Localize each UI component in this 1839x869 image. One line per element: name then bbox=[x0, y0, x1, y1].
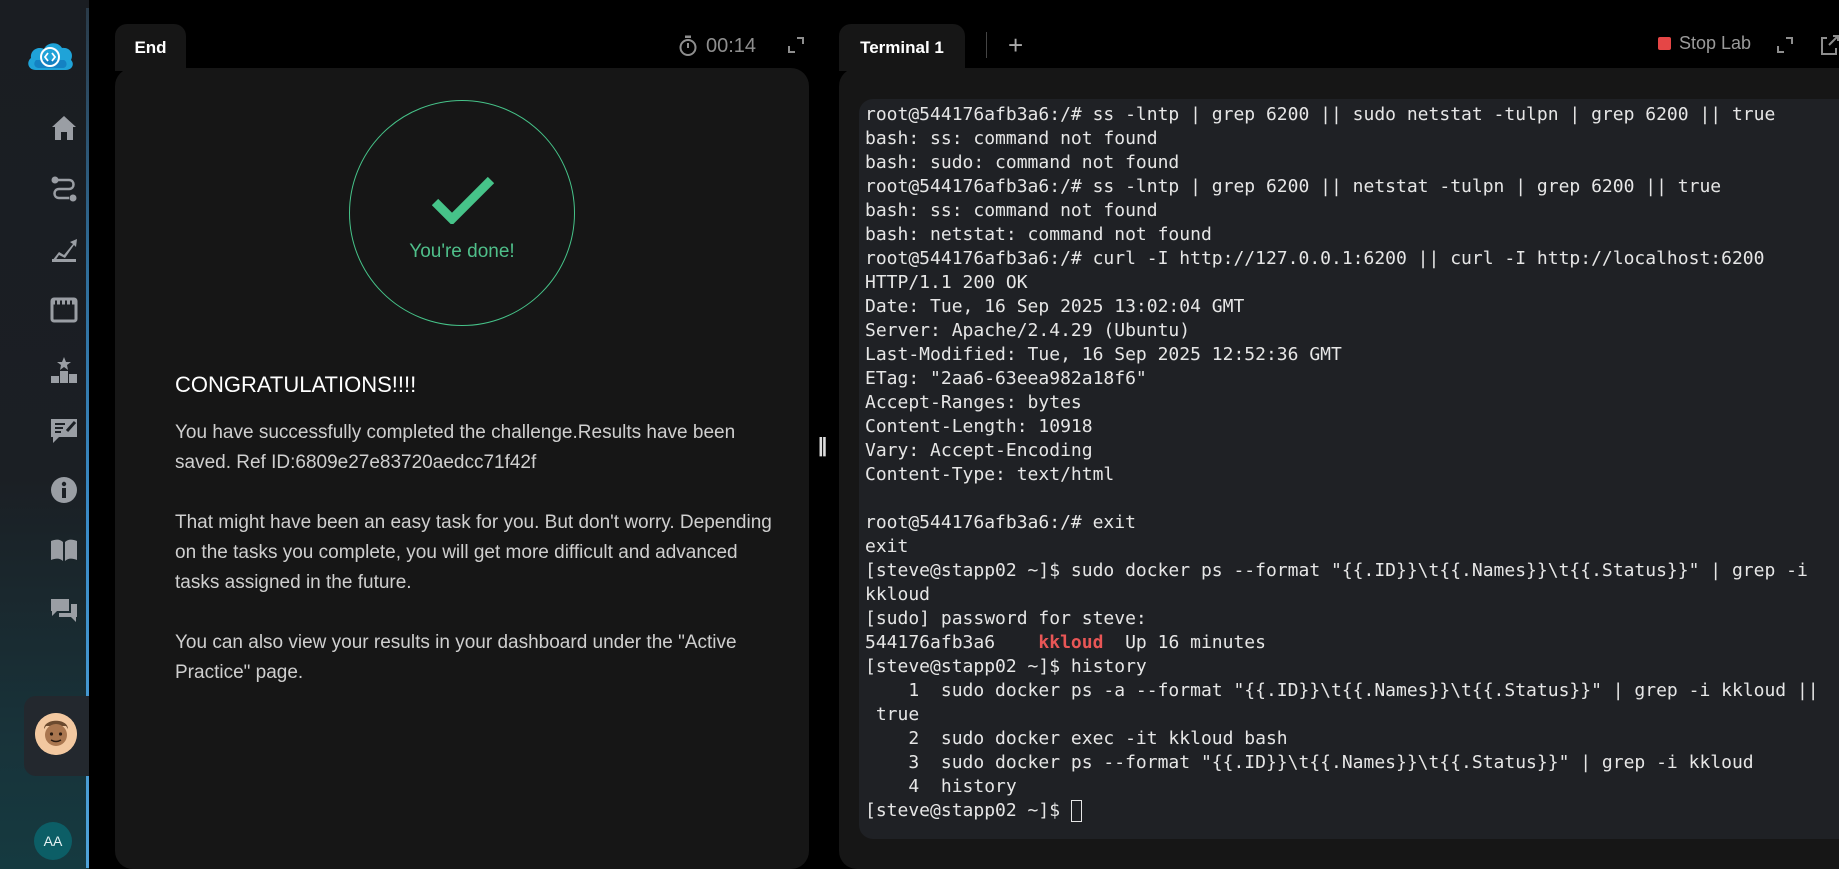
user-initials-badge[interactable]: AA bbox=[34, 822, 72, 860]
stop-icon bbox=[1658, 37, 1671, 50]
terminal-line: ETag: "2aa6-63eea982a18f6" bbox=[865, 368, 1147, 389]
tab-terminal-1[interactable]: Terminal 1 bbox=[839, 24, 965, 71]
stop-lab-label: Stop Lab bbox=[1679, 33, 1752, 53]
user-avatar[interactable] bbox=[35, 713, 77, 755]
terminal-line: 4 history bbox=[865, 776, 1017, 797]
terminal-line: Vary: Accept-Encoding bbox=[865, 440, 1093, 461]
terminal-line: Content-Type: text/html bbox=[865, 464, 1115, 485]
app-logo-icon[interactable] bbox=[24, 38, 76, 74]
container-status: Up 16 minutes bbox=[1103, 632, 1266, 653]
review-icon[interactable] bbox=[48, 414, 80, 446]
progress-icon[interactable] bbox=[48, 233, 80, 265]
terminal-line: root@544176afb3a6:/# exit bbox=[865, 512, 1136, 533]
terminal-line: Last-Modified: Tue, 16 Sep 2025 12:52:36… bbox=[865, 344, 1342, 365]
chat-icon[interactable] bbox=[48, 594, 80, 626]
stop-lab-button[interactable]: Stop Lab bbox=[1658, 33, 1751, 54]
expand-icon[interactable] bbox=[1775, 35, 1795, 55]
terminal-cursor bbox=[1070, 800, 1082, 822]
terminal-line: kkloud bbox=[865, 584, 931, 605]
terminal-line: bash: sudo: command not found bbox=[865, 152, 1180, 173]
lab-timer: 00:14 bbox=[678, 30, 756, 62]
terminal-prompt-line[interactable]: [steve@stapp02 ~]$ bbox=[865, 799, 1839, 823]
terminal-line: bash: netstat: command not found bbox=[865, 224, 1212, 245]
tab-end[interactable]: End bbox=[115, 24, 186, 71]
book-icon[interactable] bbox=[48, 534, 80, 566]
dashboard-paragraph: You can also view your results in your d… bbox=[175, 632, 737, 683]
terminal-line: [steve@stapp02 ~]$ history bbox=[865, 656, 1147, 677]
resize-handle[interactable]: || bbox=[818, 435, 827, 458]
home-icon[interactable] bbox=[48, 112, 80, 144]
leaderboard-icon[interactable] bbox=[48, 354, 80, 386]
terminal-line: root@544176afb3a6:/# curl -I http://127.… bbox=[865, 248, 1765, 269]
terminal-line: Accept-Ranges: bytes bbox=[865, 392, 1082, 413]
tab-separator bbox=[986, 32, 987, 58]
route-icon[interactable] bbox=[48, 173, 80, 205]
info-paragraph: That might have been an easy task for yo… bbox=[175, 512, 772, 593]
terminal-line: Date: Tue, 16 Sep 2025 13:02:04 GMT bbox=[865, 296, 1245, 317]
terminal-line: bash: ss: command not found bbox=[865, 128, 1158, 149]
terminal-line: Content-Length: 10918 bbox=[865, 416, 1093, 437]
terminal-line: [sudo] password for steve: bbox=[865, 608, 1147, 629]
lab-icon[interactable] bbox=[48, 293, 80, 325]
terminal-line: [steve@stapp02 ~]$ sudo docker ps --form… bbox=[865, 560, 1808, 581]
terminal-line: 544176afb3a6 kkloud Up 16 minutes bbox=[865, 631, 1839, 655]
terminal-line: 3 sudo docker ps --format "{{.ID}}\t{{.N… bbox=[865, 752, 1754, 773]
terminal-line: 2 sudo docker exec -it kkloud bash bbox=[865, 728, 1288, 749]
terminal-line: 1 sudo docker ps -a --format "{{.ID}}\t{… bbox=[865, 680, 1819, 701]
terminal-output[interactable]: root@544176afb3a6:/# ss -lntp | grep 620… bbox=[859, 99, 1839, 839]
add-terminal-button[interactable]: + bbox=[1008, 32, 1023, 58]
done-label: You're done! bbox=[409, 241, 515, 262]
terminal-prompt: [steve@stapp02 ~]$ bbox=[865, 800, 1071, 821]
checkmark-icon bbox=[432, 176, 494, 224]
terminal-line: root@544176afb3a6:/# ss -lntp | grep 620… bbox=[865, 176, 1722, 197]
container-id: 544176afb3a6 bbox=[865, 632, 1039, 653]
expand-icon[interactable] bbox=[786, 35, 806, 55]
terminal-line: exit bbox=[865, 536, 909, 557]
terminal-line: root@544176afb3a6:/# ss -lntp | grep 620… bbox=[865, 104, 1776, 125]
congrats-heading: CONGRATULATIONS!!!! bbox=[175, 372, 417, 397]
container-name-match: kkloud bbox=[1038, 632, 1104, 653]
stopwatch-icon bbox=[679, 35, 697, 56]
result-paragraph: You have successfully completed the chal… bbox=[175, 422, 736, 473]
popout-icon[interactable] bbox=[1819, 34, 1839, 56]
terminal-line: true bbox=[865, 704, 920, 725]
info-icon[interactable] bbox=[48, 474, 80, 506]
terminal-line: Server: Apache/2.4.29 (Ubuntu) bbox=[865, 320, 1191, 341]
terminal-line: HTTP/1.1 200 OK bbox=[865, 272, 1028, 293]
timer-value: 00:14 bbox=[706, 34, 757, 57]
terminal-line: bash: ss: command not found bbox=[865, 200, 1158, 221]
